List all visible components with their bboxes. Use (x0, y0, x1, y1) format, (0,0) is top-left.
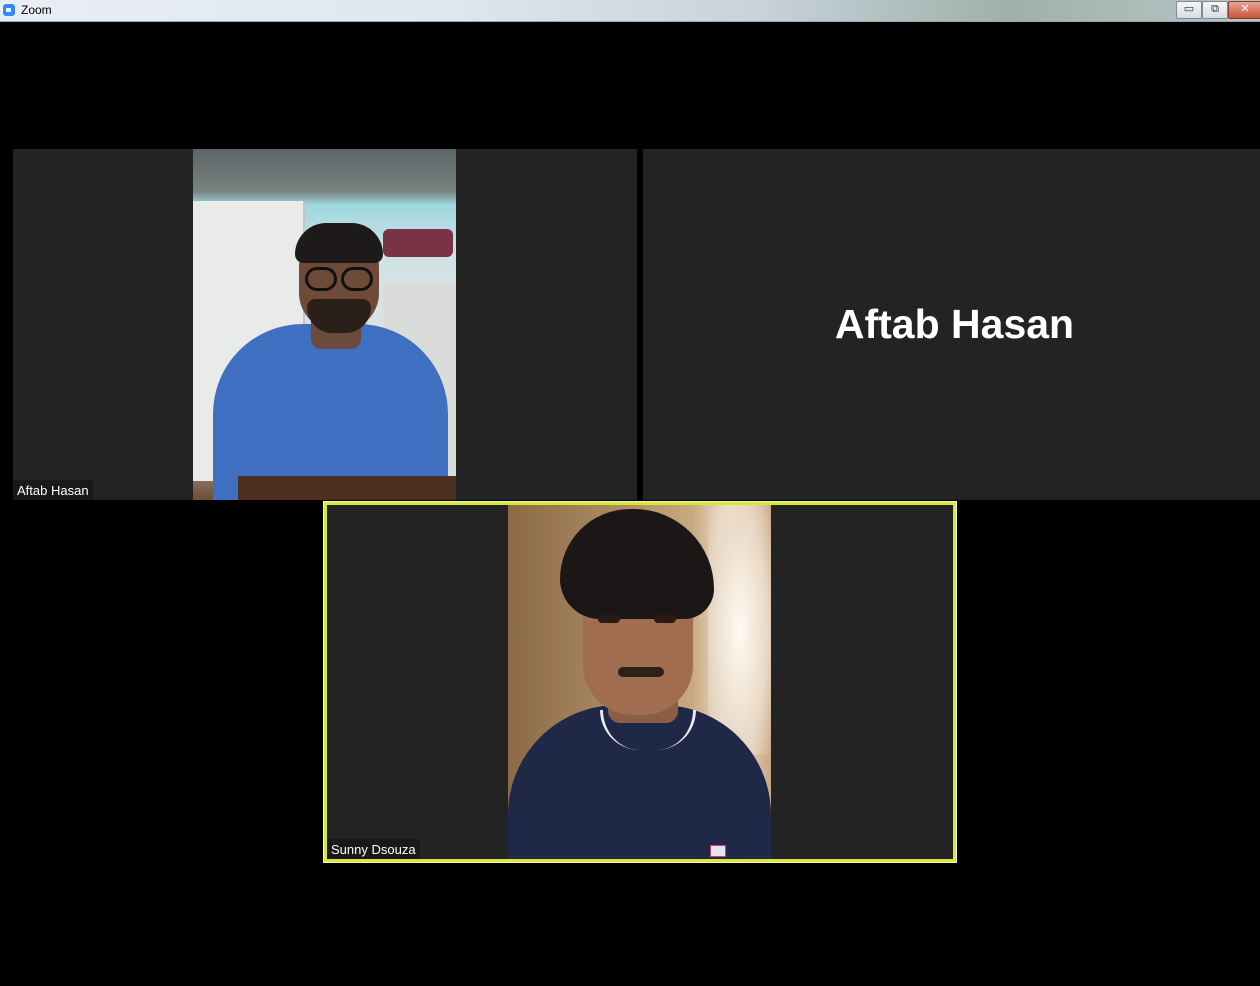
restore-button[interactable]: ⧉ (1202, 1, 1228, 19)
participant-display-name: Aftab Hasan (834, 301, 1075, 347)
participant-name-label: Sunny Dsouza (327, 839, 420, 859)
minimize-icon: ▭ (1183, 3, 1195, 15)
participant-tile-sunny-active-speaker[interactable]: Sunny Dsouza (323, 501, 957, 863)
close-button[interactable]: ✕ (1228, 1, 1260, 19)
background-light (708, 505, 771, 755)
minimize-button[interactable]: ▭ (1176, 1, 1202, 19)
shirt-logo-icon (710, 845, 726, 857)
person-eye-right (654, 615, 676, 623)
zoom-logo-icon (3, 4, 15, 16)
participant-video (193, 149, 456, 500)
close-icon: ✕ (1240, 3, 1250, 15)
participant-name-label: Aftab Hasan (13, 480, 93, 500)
participant-tile-aftab-video[interactable]: Aftab Hasan (13, 149, 637, 500)
person-mustache (618, 667, 664, 677)
background-bag (383, 229, 453, 257)
participant-tile-aftab-no-video[interactable]: Aftab Hasan (643, 149, 1260, 500)
window-titlebar: Zoom ▭ ⧉ ✕ (0, 0, 1260, 22)
person-hair (560, 509, 714, 619)
desk (238, 476, 456, 500)
person-body (213, 324, 448, 500)
person-eye-left (598, 615, 620, 623)
glasses-icon (305, 267, 375, 291)
person-hair (295, 223, 383, 263)
restore-icon: ⧉ (1211, 3, 1219, 15)
participant-video (508, 505, 771, 859)
window-title: Zoom (21, 3, 52, 17)
